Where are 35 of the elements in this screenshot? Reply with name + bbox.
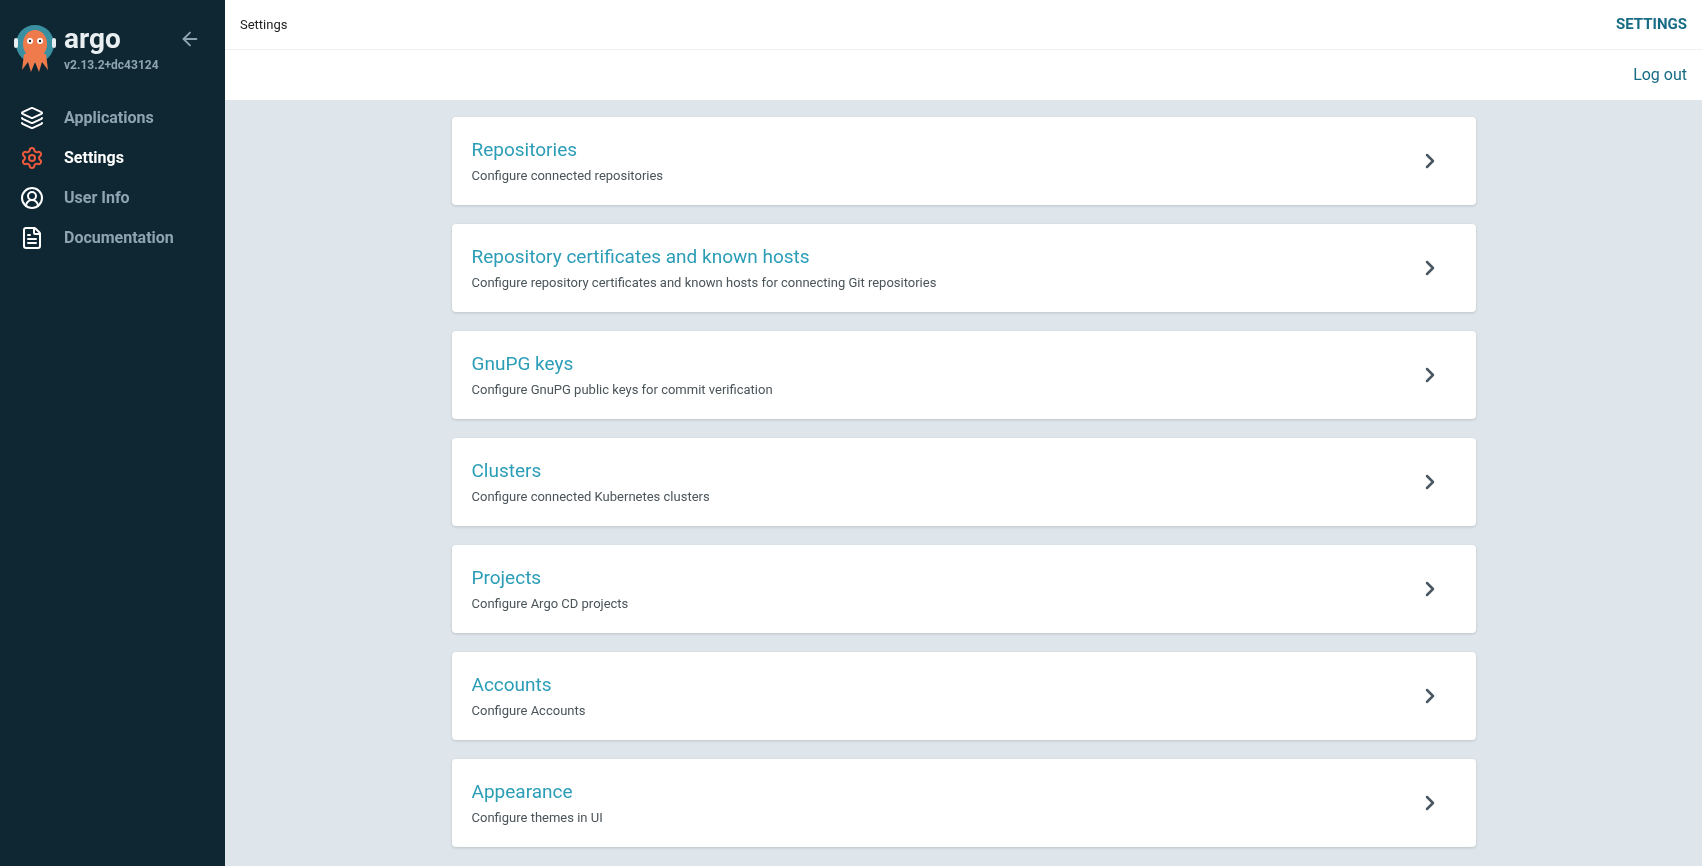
user-icon: [20, 186, 44, 210]
document-icon: [20, 226, 44, 250]
logout-link[interactable]: Log out: [1633, 63, 1687, 87]
sidebar-item[interactable]: Applications: [0, 98, 225, 138]
card-description: Configure Accounts: [471, 701, 586, 720]
settings-card[interactable]: Repositories Configure connected repositories: [451, 117, 1476, 205]
card-title: GnuPG keys: [471, 350, 575, 377]
card-description: Configure connected Kubernetes clusters: [471, 487, 710, 506]
card-description: Configure themes in UI: [471, 808, 603, 827]
breadcrumb: Settings: [240, 15, 288, 34]
brand-name: argo: [64, 24, 122, 54]
settings-card[interactable]: Appearance Configure themes in UI: [451, 759, 1476, 847]
card-description: Configure repository certificates and known hosts for connecting Git repositories: [471, 273, 937, 292]
version-label: v2.13.2+dc43124: [64, 57, 159, 74]
card-title: Repository certificates and known hosts: [471, 243, 811, 270]
settings-card[interactable]: Projects Configure Argo CD projects: [451, 545, 1476, 633]
sidebar-item[interactable]: Documentation: [0, 218, 225, 258]
gear-icon: [20, 146, 44, 170]
card-title: Projects: [471, 564, 543, 591]
settings-card[interactable]: GnuPG keys Configure GnuPG public keys for commit verification: [451, 331, 1476, 419]
page-title: SETTINGS: [1616, 14, 1687, 36]
settings-card[interactable]: Accounts Configure Accounts: [451, 652, 1476, 740]
card-description: Configure connected repositories: [471, 166, 664, 185]
card-title: Clusters: [471, 457, 543, 484]
sidebar-item[interactable]: User Info: [0, 178, 225, 218]
layers-icon: [20, 106, 44, 130]
settings-card[interactable]: Repository certificates and known hosts Configure repository certificates and known hosts for connecting Git repositories: [451, 224, 1476, 312]
settings-card[interactable]: Clusters Configure connected Kubernetes clusters: [451, 438, 1476, 526]
card-title: Appearance: [471, 778, 574, 805]
octopus-logo-icon: [14, 24, 56, 74]
sidebar-item[interactable]: Settings: [0, 138, 225, 178]
card-description: Configure GnuPG public keys for commit verification: [471, 380, 773, 399]
card-title: Repositories: [471, 136, 579, 163]
card-description: Configure Argo CD projects: [471, 594, 629, 613]
card-title: Accounts: [471, 671, 553, 698]
